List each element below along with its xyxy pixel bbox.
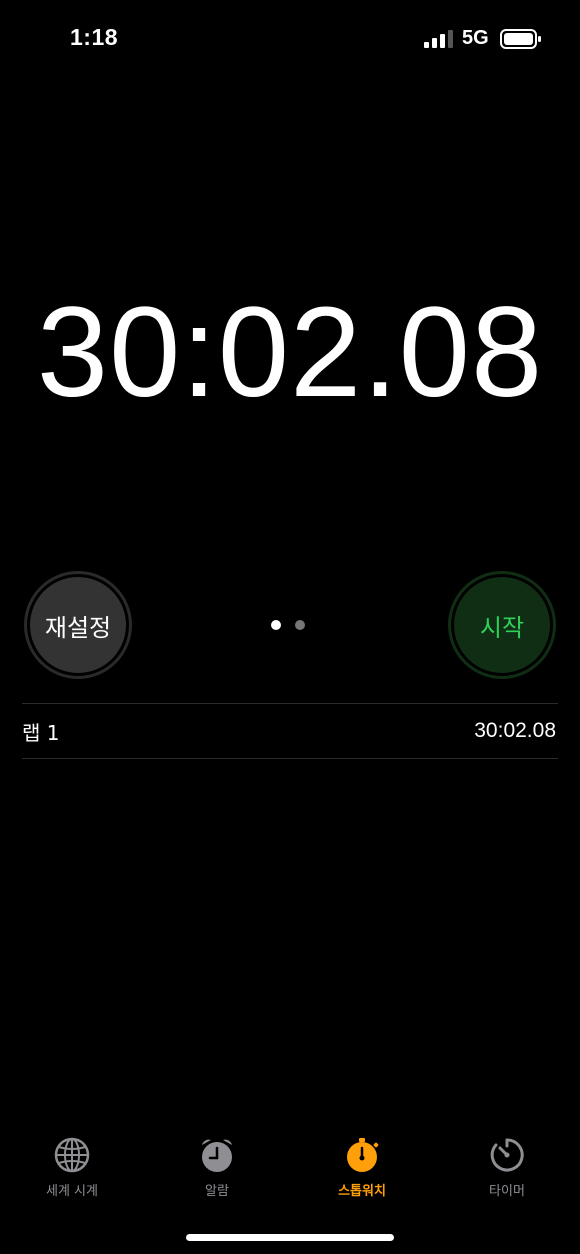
lap-label: 랩 1 [22,720,60,745]
tab-label: 알람 [205,1184,229,1199]
tab-stopwatch[interactable]: 스톱워치 [302,1136,422,1199]
signal-strength-icon [424,30,453,48]
lap-row: 랩 1 30:02.08 [22,704,556,758]
tab-label: 세계 시계 [46,1184,98,1199]
tab-label: 타이머 [489,1184,525,1199]
page-dot-1[interactable] [271,620,281,630]
stopwatch-display: 30:02.08 [36,281,544,424]
lap-time: 30:02.08 [474,719,556,742]
timer-icon [490,1138,524,1172]
alarm-clock-icon [202,1139,232,1172]
tab-alarm[interactable]: 알람 [157,1136,277,1199]
stopwatch-icon [347,1138,379,1172]
page-indicator[interactable] [271,620,305,630]
lap-divider-bottom [22,758,558,759]
tab-timer[interactable]: 타이머 [447,1136,567,1199]
home-indicator[interactable] [186,1234,394,1241]
battery-icon [500,29,541,49]
start-button-label: 시작 [451,574,553,676]
reset-button-label: 재설정 [27,574,129,676]
status-time: 1:18 [70,24,119,50]
network-type: 5G [462,27,489,49]
page-dot-2[interactable] [295,620,305,630]
globe-icon [54,1137,90,1173]
tab-bar: 세계 시계 알람 스톱워치 타이머 [0,1136,580,1206]
tab-label: 스톱워치 [338,1184,386,1199]
tab-world-clock[interactable]: 세계 시계 [12,1136,132,1199]
reset-button[interactable]: 재설정 [24,571,132,679]
start-button[interactable]: 시작 [448,571,556,679]
